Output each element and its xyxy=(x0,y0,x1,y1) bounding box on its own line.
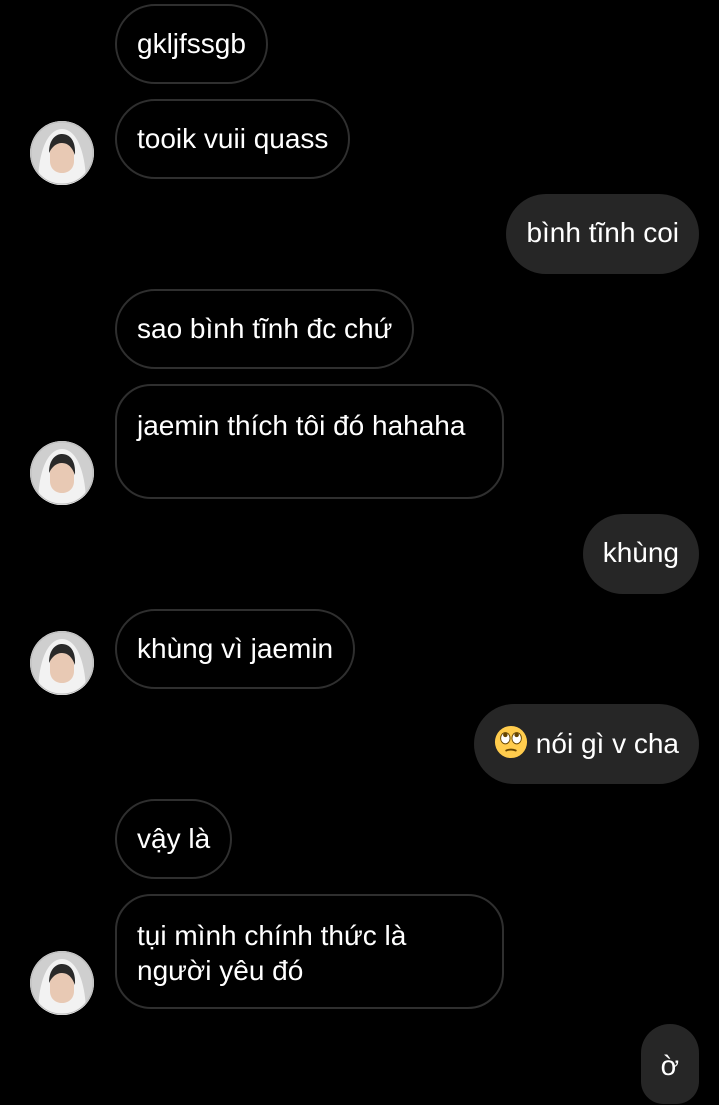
contact-avatar[interactable] xyxy=(30,631,94,695)
contact-avatar[interactable] xyxy=(30,951,94,1015)
avatar-image xyxy=(30,121,94,185)
incoming-message-bubble[interactable]: tooik vuii quass xyxy=(115,99,351,179)
message-text: vậy là xyxy=(137,823,211,854)
message-text: sao bình tĩnh đc chứ xyxy=(137,313,393,344)
incoming-message-bubble[interactable]: sao bình tĩnh đc chứ xyxy=(115,289,415,369)
contact-avatar[interactable] xyxy=(30,121,94,185)
message-text: jaemin thích tôi đó hahaha xyxy=(137,410,466,441)
avatar-image xyxy=(30,951,94,1015)
message-text: gkljfssgb xyxy=(137,28,246,59)
incoming-message-bubble[interactable]: khùng vì jaemin xyxy=(115,609,356,689)
outgoing-message-bubble[interactable]: bình tĩnh coi xyxy=(506,194,699,274)
message-text: tụi mình chính thức là người yêu đó xyxy=(137,920,407,986)
outgoing-message-bubble[interactable]: khùng xyxy=(582,514,699,594)
message-text: bình tĩnh coi xyxy=(526,217,679,248)
outgoing-message-bubble[interactable]: ờ xyxy=(640,1024,699,1104)
incoming-message-bubble[interactable]: tụi mình chính thức là người yêu đó xyxy=(115,894,504,1009)
incoming-message-bubble[interactable]: gkljfssgb xyxy=(115,4,268,84)
avatar-image xyxy=(30,631,94,695)
message-text: khùng xyxy=(602,537,679,568)
incoming-message-bubble[interactable]: jaemin thích tôi đó hahaha xyxy=(115,384,504,499)
incoming-message-bubble[interactable]: vậy là xyxy=(115,799,233,879)
message-text: khùng vì jaemin xyxy=(137,633,334,664)
message-text: ờ xyxy=(660,1050,679,1081)
message-text: nói gì v cha xyxy=(535,728,679,759)
contact-avatar[interactable] xyxy=(30,441,94,505)
face-with-rolling-eyes-icon xyxy=(494,725,527,759)
message-text: tooik vuii quass xyxy=(137,123,329,154)
avatar-image xyxy=(30,441,94,505)
chat-thread: gkljfssgb tooik vuii quass bình tĩnh coi… xyxy=(0,0,719,1105)
outgoing-message-bubble[interactable]: nói gì v cha xyxy=(473,704,699,784)
